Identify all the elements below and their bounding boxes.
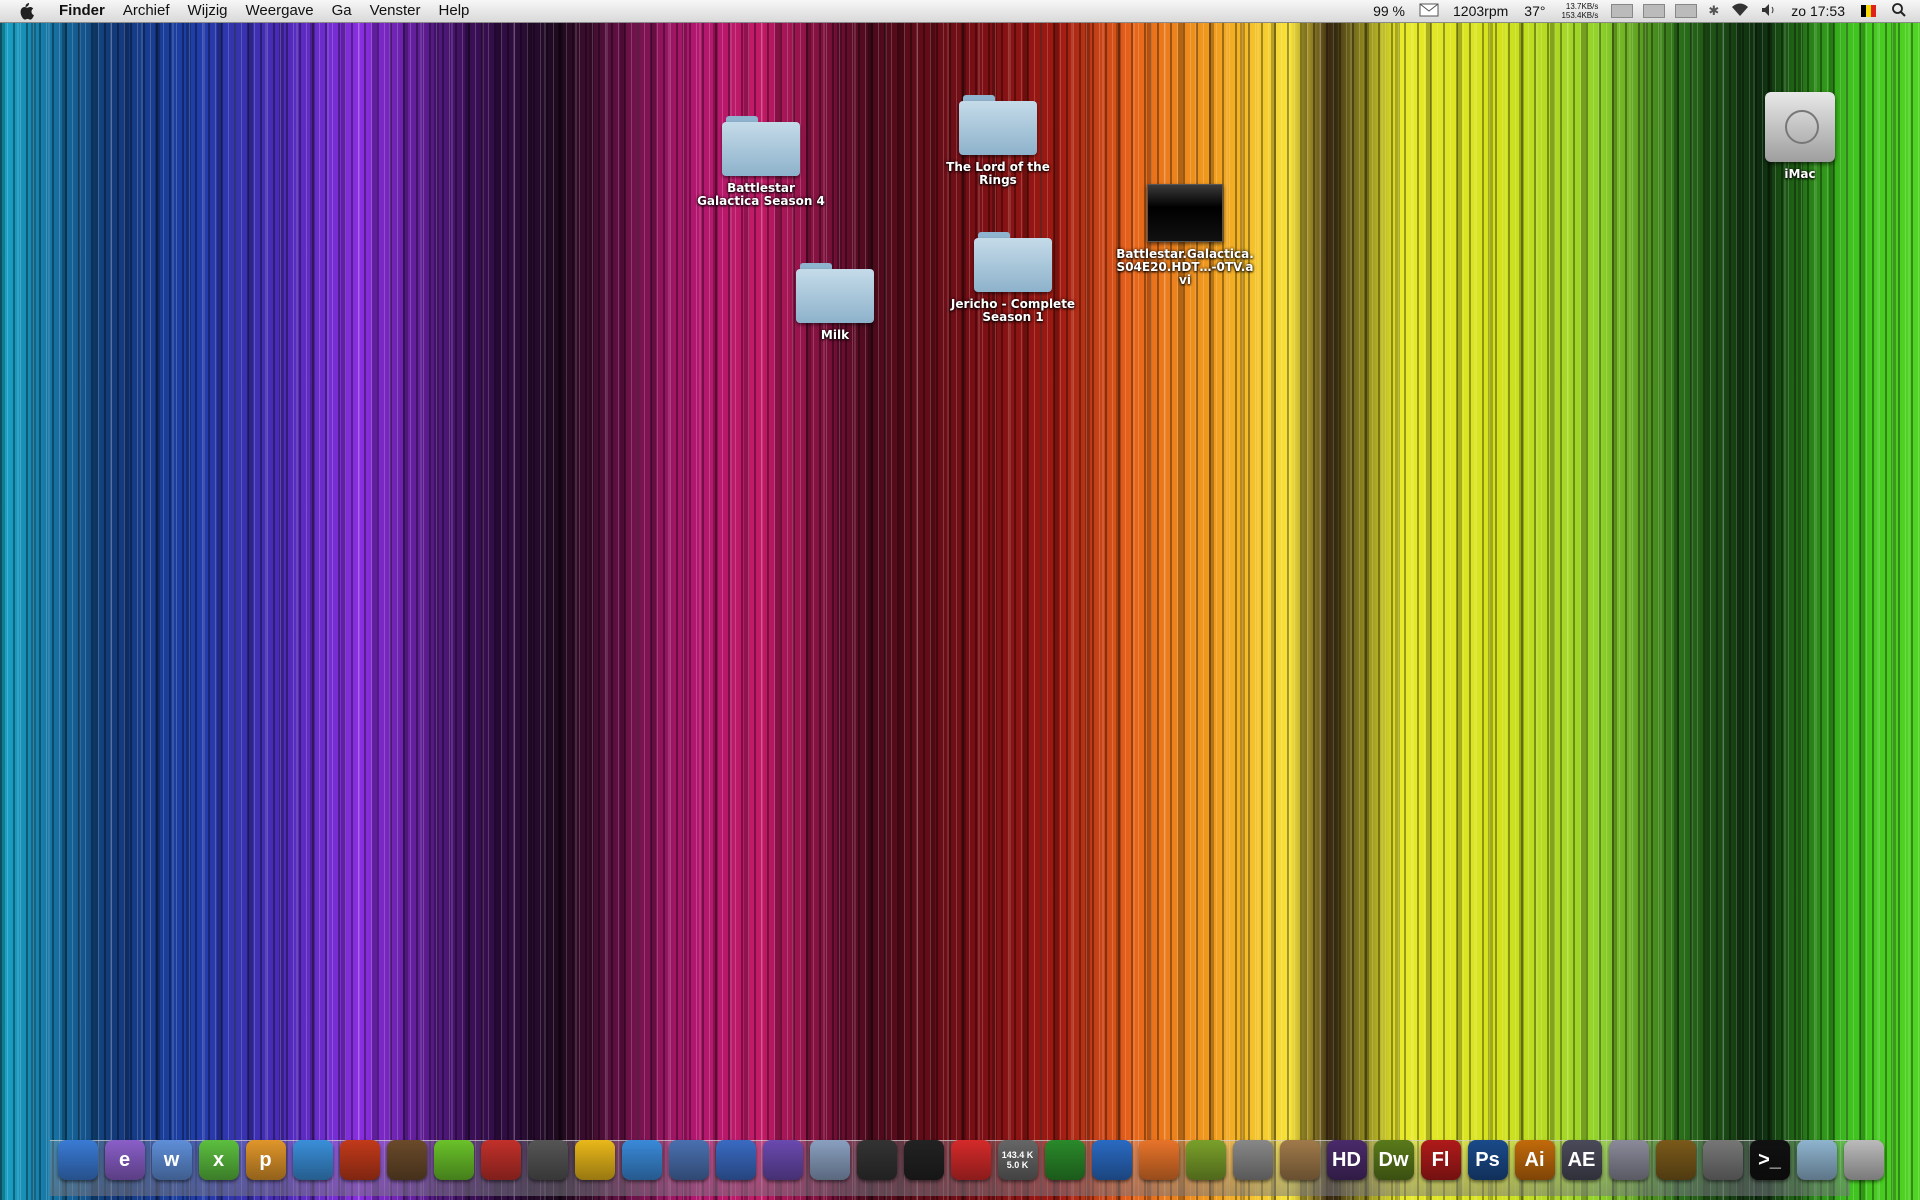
- dock-camino-icon[interactable]: [856, 1140, 897, 1180]
- dock-wizard-icon[interactable]: [762, 1140, 803, 1180]
- dock-vlc-icon[interactable]: [1138, 1140, 1179, 1180]
- desktop-folder-jericho[interactable]: Jericho - Complete Season 1: [948, 232, 1078, 324]
- menu-bar: Finder Archief Wijzig Weergave Ga Venste…: [0, 0, 1920, 23]
- desktop-icon-label: The Lord of the Rings: [946, 160, 1050, 187]
- hard-drive-icon: [1765, 92, 1835, 162]
- dock-flash-tool-icon[interactable]: [339, 1140, 380, 1180]
- spotlight-search-icon[interactable]: [1892, 2, 1906, 20]
- video-file-icon: [1147, 184, 1223, 242]
- dock-growl-icon[interactable]: [527, 1140, 568, 1180]
- dock-hammer-icon[interactable]: [1185, 1140, 1226, 1180]
- net-up-rate: 13.7KB/s: [1565, 2, 1599, 11]
- dock-disk-tool-icon[interactable]: [809, 1140, 850, 1180]
- menu-finder[interactable]: Finder: [50, 0, 114, 22]
- disk-meter-icon[interactable]: [1675, 4, 1698, 18]
- dock-transmission-icon[interactable]: 143.4 K 5.0 K: [997, 1140, 1038, 1180]
- folder-icon: [959, 95, 1037, 155]
- dock-hd-app-icon[interactable]: HD: [1326, 1140, 1367, 1180]
- menu-archief[interactable]: Archief: [114, 0, 179, 22]
- dock-trash-icon[interactable]: [1843, 1140, 1884, 1180]
- dock-flash-icon[interactable]: Fl: [1420, 1140, 1461, 1180]
- clock[interactable]: zo 17:53: [1791, 3, 1845, 19]
- dock-archive-icon[interactable]: [1279, 1140, 1320, 1180]
- dock-terminal-icon[interactable]: >_: [1749, 1140, 1790, 1180]
- memory-meter-icon[interactable]: [1643, 4, 1666, 18]
- wifi-icon[interactable]: [1731, 3, 1749, 20]
- dock-dreamweaver-icon[interactable]: Dw: [1373, 1140, 1414, 1180]
- desktop-folder-battlestar[interactable]: Battlestar Galactica Season 4: [696, 116, 826, 208]
- menu-help[interactable]: Help: [430, 0, 479, 22]
- desktop-icon-label: Battlestar.Galactica.S04E20.HDT…-0TV.avi: [1116, 247, 1254, 287]
- apple-icon[interactable]: [16, 1, 36, 21]
- dock-imovie-icon[interactable]: [903, 1140, 944, 1180]
- battery-status[interactable]: 99 %: [1373, 3, 1405, 19]
- dock-quicktime-icon[interactable]: [1091, 1140, 1132, 1180]
- desktop-icon-label: iMac: [1784, 167, 1816, 181]
- desktop-folder-lord-of-the-rings[interactable]: The Lord of the Rings: [933, 95, 1063, 187]
- dock-documents-folder-icon[interactable]: [1796, 1140, 1837, 1180]
- dock-photoshop-icon[interactable]: Ps: [1467, 1140, 1508, 1180]
- dock-system-preferences-icon[interactable]: [1702, 1140, 1743, 1180]
- folder-icon: [974, 232, 1052, 292]
- network-monitor[interactable]: 13.7KB/s 153.4KB/s: [1561, 2, 1598, 20]
- dock-icons: e w x p 143.4 K 5.0 K HD Dw Fl Ps Ai AE >_: [54, 1140, 1887, 1180]
- desktop-icon-label: Jericho - Complete Season 1: [950, 297, 1076, 324]
- status-area: 99 % 1203rpm 37° 13.7KB/s 153.4KB/s ✱ zo…: [1365, 0, 1920, 22]
- dock-after-effects-icon[interactable]: AE: [1561, 1140, 1602, 1180]
- volume-icon[interactable]: [1761, 3, 1777, 20]
- desktop-folder-milk[interactable]: Milk: [770, 263, 900, 342]
- dock-powerpoint-icon[interactable]: p: [245, 1140, 286, 1180]
- dock-adium-icon[interactable]: [574, 1140, 615, 1180]
- dock-messenger-icon[interactable]: [292, 1140, 333, 1180]
- dock-iwork-icon[interactable]: [433, 1140, 474, 1180]
- dock-time-machine-icon[interactable]: [1655, 1140, 1696, 1180]
- cpu-meter-icon[interactable]: [1611, 4, 1634, 18]
- dock-lastfm-icon[interactable]: [950, 1140, 991, 1180]
- mail-icon[interactable]: [1419, 3, 1439, 20]
- desktop-file-battlestar-avi[interactable]: Battlestar.Galactica.S04E20.HDT…-0TV.avi: [1116, 184, 1254, 287]
- menu-ga[interactable]: Ga: [323, 0, 361, 22]
- fan-speed[interactable]: 1203rpm: [1453, 3, 1508, 19]
- menu-wijzig[interactable]: Wijzig: [179, 0, 237, 22]
- dock-illustrator-icon[interactable]: Ai: [1514, 1140, 1555, 1180]
- menu-venster[interactable]: Venster: [361, 0, 430, 22]
- bluetooth-icon[interactable]: ✱: [1708, 3, 1719, 19]
- dock-dvd-player-icon[interactable]: [1232, 1140, 1273, 1180]
- dock-preview-icon[interactable]: [1608, 1140, 1649, 1180]
- dock-mail-icon[interactable]: [668, 1140, 709, 1180]
- desktop-drive-imac[interactable]: iMac: [1735, 92, 1865, 181]
- dock-safari-icon[interactable]: [715, 1140, 756, 1180]
- dock-jamaica-icon[interactable]: [1044, 1140, 1085, 1180]
- dock-finder-icon[interactable]: [57, 1140, 98, 1180]
- menu-weergave[interactable]: Weergave: [237, 0, 323, 22]
- folder-icon: [722, 116, 800, 176]
- dock-word-icon[interactable]: w: [151, 1140, 192, 1180]
- dock-itunes-icon[interactable]: [621, 1140, 662, 1180]
- dock-entourage-icon[interactable]: e: [104, 1140, 145, 1180]
- net-down-rate: 153.4KB/s: [1561, 11, 1599, 20]
- dock-parallels-icon[interactable]: [480, 1140, 521, 1180]
- belgian-flag-icon[interactable]: [1861, 5, 1876, 17]
- dock-iphoto-icon[interactable]: [386, 1140, 427, 1180]
- desktop-icon-label: Milk: [820, 328, 850, 342]
- desktop-icon-label: Battlestar Galactica Season 4: [697, 181, 825, 208]
- dock-excel-icon[interactable]: x: [198, 1140, 239, 1180]
- temperature[interactable]: 37°: [1524, 3, 1545, 19]
- folder-icon: [796, 263, 874, 323]
